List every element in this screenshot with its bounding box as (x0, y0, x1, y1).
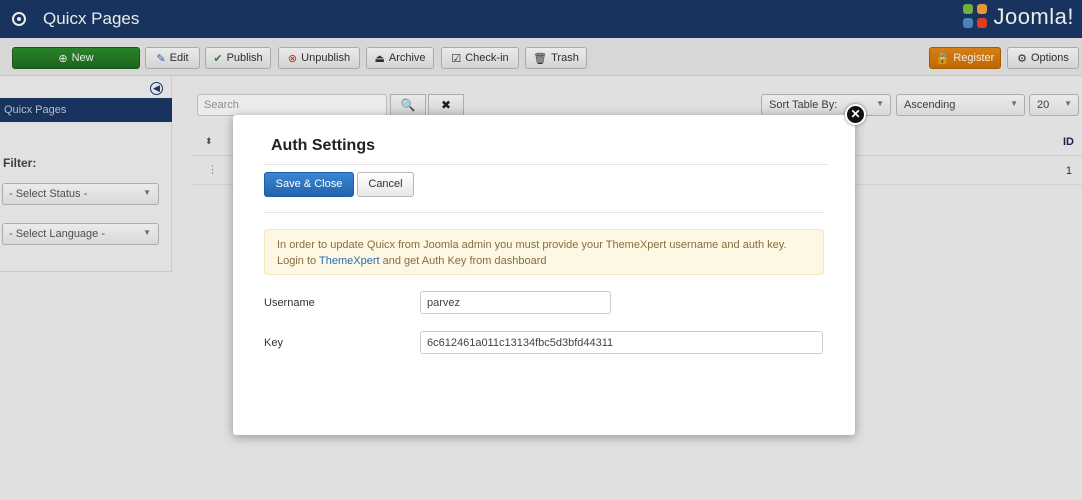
alert-text-end: and get Auth Key from dashboard (379, 255, 547, 267)
divider (264, 164, 828, 165)
close-modal-icon[interactable]: ✕ (845, 104, 866, 125)
modal-title: Auth Settings (271, 137, 375, 154)
save-close-button[interactable]: Save & Close (264, 172, 354, 197)
auth-settings-modal: Auth Settings Save & Close Cancel In ord… (233, 115, 855, 435)
themexpert-link[interactable]: ThemeXpert (319, 255, 380, 267)
username-label: Username (264, 297, 315, 309)
cancel-button[interactable]: Cancel (357, 172, 414, 197)
username-field[interactable] (420, 291, 611, 314)
info-alert: In order to update Quicx from Joomla adm… (264, 229, 824, 275)
key-label: Key (264, 337, 283, 349)
key-field[interactable] (420, 331, 823, 354)
divider (264, 212, 824, 213)
